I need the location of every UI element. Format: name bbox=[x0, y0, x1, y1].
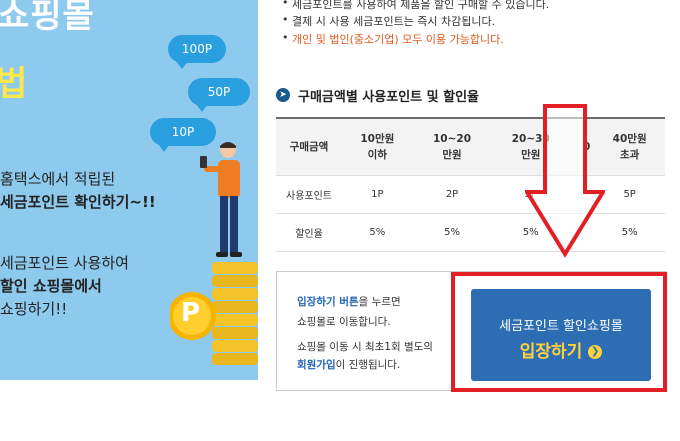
table-row: 할인율 5% 5% 5% 5% bbox=[276, 213, 665, 252]
table-header-cell: 10~20 만원 bbox=[412, 118, 492, 176]
discount-table: 구매금액 10만원이하 10~20만원 20~30만원 0 40만원초과 사용포… bbox=[276, 117, 665, 252]
coin-p-label: P bbox=[181, 298, 201, 328]
annotation-highlight-box bbox=[451, 272, 667, 392]
banner-text-2b: 할인 쇼핑몰에서 bbox=[0, 277, 102, 295]
note-item-1: 세금포인트를 사용하여 제품을 할인 구매할 수 있습니다. bbox=[282, 0, 549, 12]
person-illustration bbox=[200, 142, 242, 257]
banner-text-2a: 세금포인트 사용하여 bbox=[0, 254, 129, 272]
banner-title-line1: 쇼핑몰 bbox=[0, 0, 95, 36]
table-header-row: 구매금액 10만원이하 10~20만원 20~30만원 0 40만원초과 bbox=[276, 118, 665, 176]
promo-banner: 쇼핑몰 법 100P 50P 10P 홈택스에서 적립된 세금포인트 확인하기~… bbox=[0, 0, 258, 380]
table-header-cell: 구매금액 bbox=[276, 118, 342, 176]
note-item-3: 개인 및 법인(중소기업) 모두 이용 가능합니다. bbox=[282, 31, 504, 47]
table-header-cell: 10만원 이하 bbox=[342, 118, 413, 176]
info-line-1: 입장하기 버튼을 누르면 bbox=[297, 296, 401, 308]
point-bubble-50: 50P bbox=[188, 78, 250, 112]
info-line-4: 회원가입이 진행됩니다. bbox=[297, 359, 401, 371]
banner-title-line2: 법 bbox=[0, 64, 28, 104]
note-item-2: 결제 시 사용 세금포인트는 즉시 차감됩니다. bbox=[282, 13, 495, 29]
table-row-label: 사용포인트 bbox=[276, 175, 342, 214]
banner-text-2c: 쇼핑하기!! bbox=[0, 300, 68, 318]
table-row: 사용포인트 1P 2P 3P 5P bbox=[276, 175, 665, 214]
table-cell: 5% bbox=[412, 213, 492, 252]
info-line-3: 쇼핑몰 이동 시 최초1회 별도의 bbox=[297, 341, 433, 353]
signup-link[interactable]: 회원가입 bbox=[297, 359, 336, 371]
table-row-label: 할인율 bbox=[276, 213, 342, 252]
banner-text-1a: 홈택스에서 적립된 bbox=[0, 170, 116, 188]
table-cell: 2P bbox=[412, 175, 492, 214]
arrow-circle-icon: ➤ bbox=[276, 88, 290, 102]
banner-text-1b: 세금포인트 확인하기~!! bbox=[0, 193, 156, 211]
table-cell: 1P bbox=[342, 175, 413, 214]
annotation-arrow-icon bbox=[525, 104, 605, 258]
info-line-2: 쇼핑몰로 이동합니다. bbox=[297, 316, 391, 328]
table-cell: 5% bbox=[342, 213, 413, 252]
point-bubble-100: 100P bbox=[168, 35, 226, 69]
section-title: 구매금액별 사용포인트 및 할인율 bbox=[298, 90, 480, 105]
enter-button-link-text: 입장하기 버튼 bbox=[297, 296, 359, 308]
